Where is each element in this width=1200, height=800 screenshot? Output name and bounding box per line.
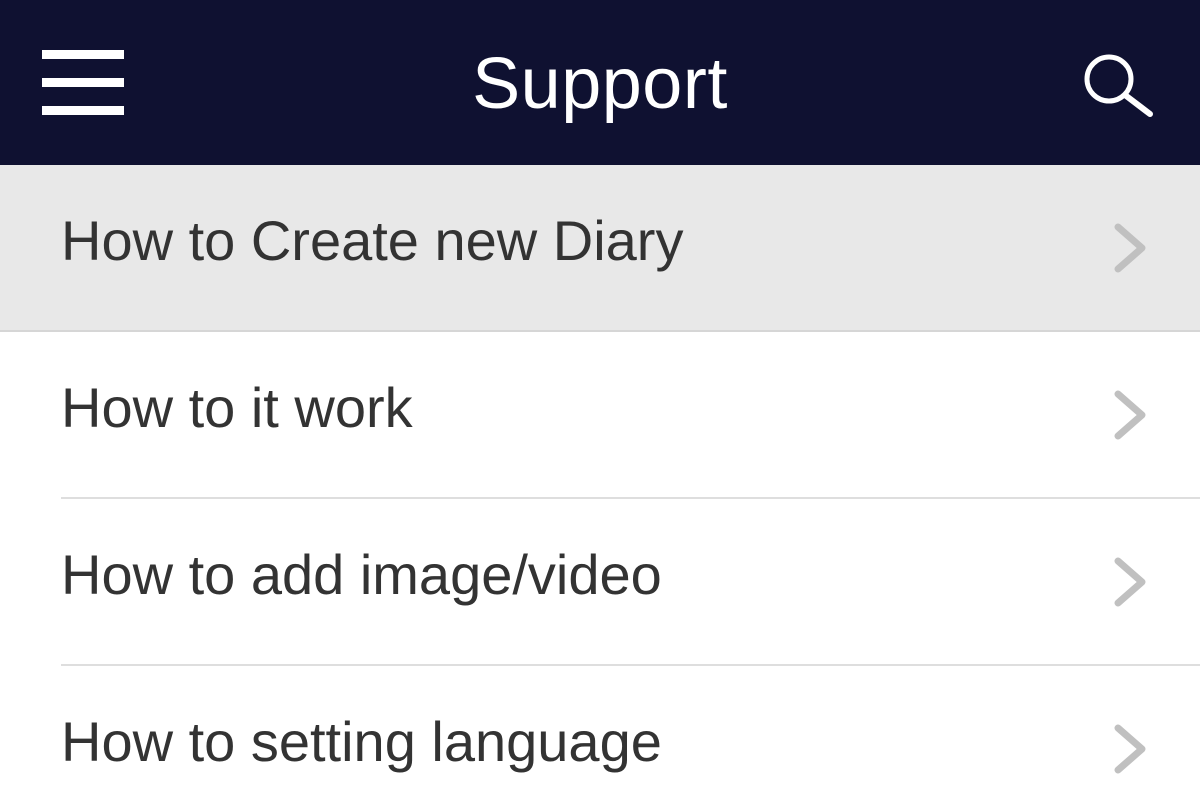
list-item-label: How to it work bbox=[61, 376, 413, 439]
page-title: Support bbox=[472, 44, 728, 124]
support-topic-list: How to Create new Diary How to it work H… bbox=[0, 165, 1200, 800]
list-item-label: How to add image/video bbox=[61, 543, 662, 606]
list-item-add-media[interactable]: How to add image/video bbox=[0, 499, 1200, 666]
chevron-right-icon bbox=[1114, 557, 1146, 607]
list-item-how-it-works[interactable]: How to it work bbox=[0, 332, 1200, 499]
chevron-right-icon bbox=[1114, 724, 1146, 774]
search-icon[interactable] bbox=[1082, 52, 1154, 118]
list-item-language-settings[interactable]: How to setting language bbox=[0, 666, 1200, 800]
top-navigation-bar: Support bbox=[0, 0, 1200, 165]
search-icon-graphic bbox=[1084, 54, 1153, 117]
list-item-label: How to Create new Diary bbox=[61, 209, 684, 272]
list-item-create-diary[interactable]: How to Create new Diary bbox=[0, 165, 1200, 332]
chevron-right-icon bbox=[1114, 390, 1146, 440]
chevron-right-icon bbox=[1114, 223, 1146, 273]
support-screen: Support How to Create new Diary How to i… bbox=[0, 0, 1200, 800]
list-item-label: How to setting language bbox=[61, 710, 662, 773]
